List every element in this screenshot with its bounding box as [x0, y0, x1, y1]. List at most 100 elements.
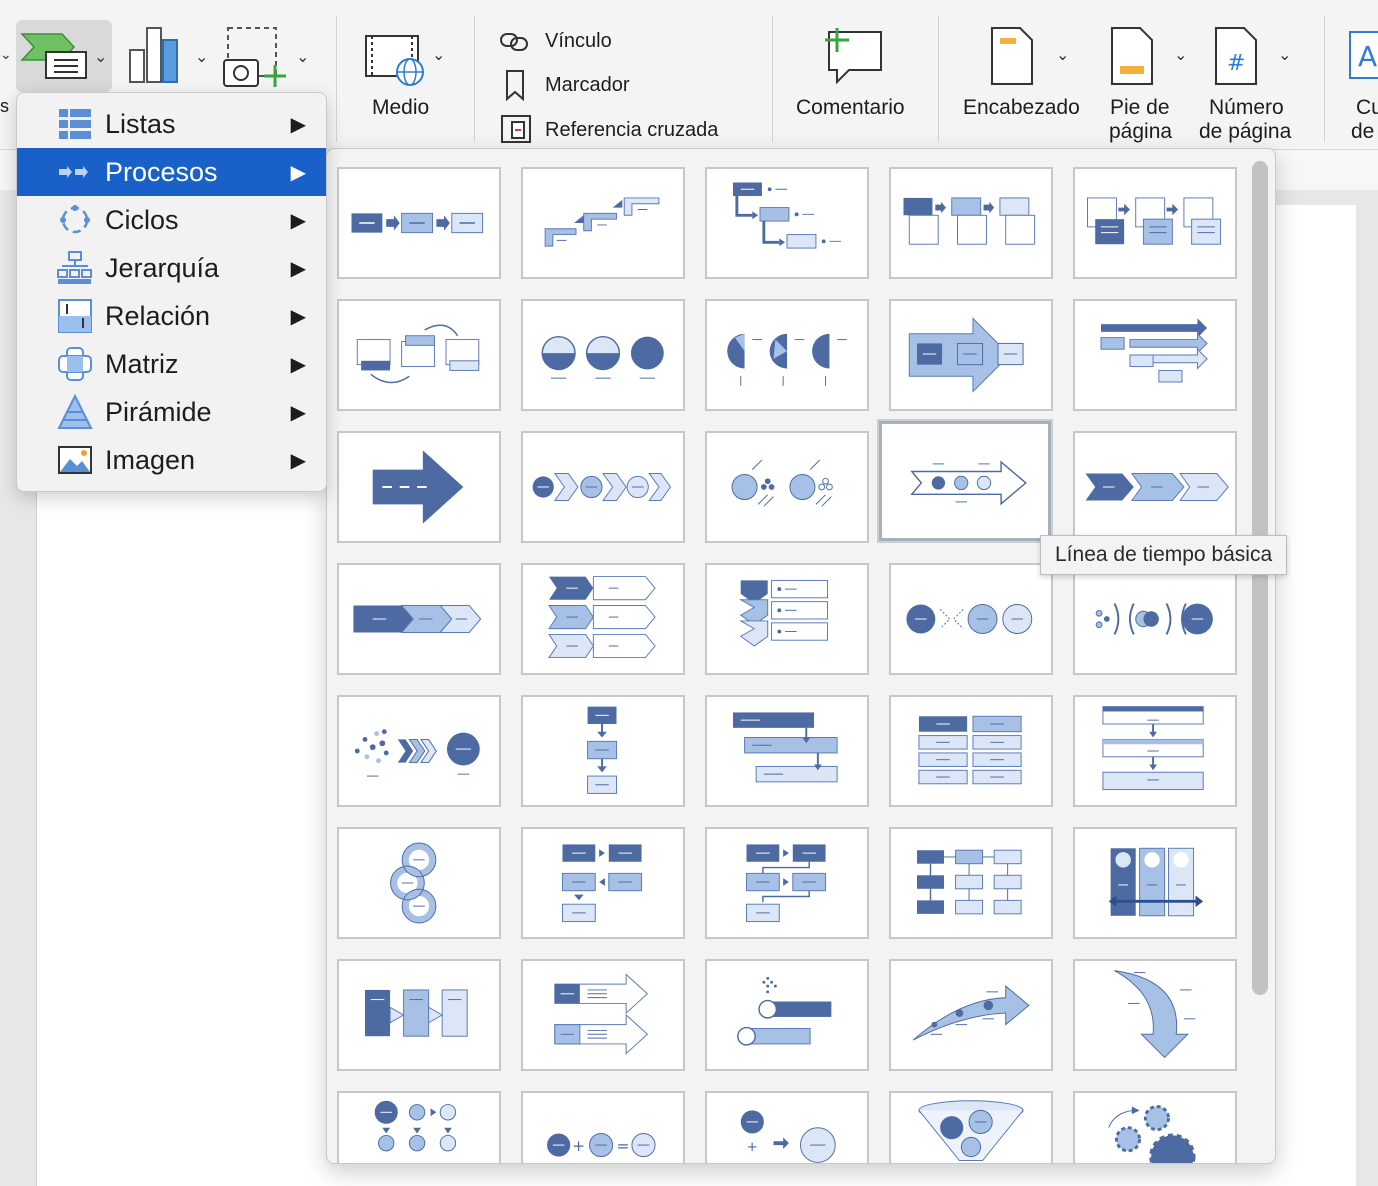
sub-step-thumbnail	[737, 976, 832, 1046]
layout-vertical-equation[interactable]: +	[705, 1091, 869, 1163]
textbox-label-line1: Cu	[1356, 96, 1378, 119]
svg-text:+: +	[747, 1139, 758, 1155]
cross-reference-icon	[501, 115, 531, 143]
menu-item-relacion[interactable]: Relación ▶	[17, 292, 326, 340]
step-up-thumbnail	[544, 197, 660, 247]
layout-basic-timeline[interactable]	[879, 421, 1051, 541]
menu-item-label: Listas	[105, 108, 176, 139]
converging-arrows-thumbnail	[1100, 318, 1208, 383]
big-arrow-thumbnail	[372, 450, 464, 524]
phased-process-thumbnail	[1108, 847, 1204, 917]
menu-item-label: Relación	[105, 300, 211, 331]
layout-vertical-process[interactable]	[521, 695, 685, 807]
layout-accent-process[interactable]	[889, 167, 1053, 279]
ribbon-separator	[1324, 16, 1325, 142]
svg-text:=: =	[617, 1137, 630, 1155]
menu-item-procesos[interactable]: Procesos ▶	[17, 148, 326, 196]
layout-vertical-chevron[interactable]	[705, 563, 869, 675]
descending-arrow-thumbnail	[1114, 970, 1196, 1059]
media-button[interactable]: ⌄	[360, 30, 450, 90]
chevron-list-thumbnail	[548, 576, 656, 659]
footer-label-line2: página	[1109, 120, 1173, 143]
block-arrows-thumbnail	[365, 989, 468, 1037]
hierarchy-icon	[57, 251, 92, 284]
svg-text:+: +	[572, 1137, 585, 1155]
interconnected-circles-thumbnail	[906, 604, 1033, 634]
layout-process-list[interactable]	[889, 695, 1053, 807]
menu-item-matriz[interactable]: Matriz ▶	[17, 340, 326, 388]
process-arrows-icon	[59, 166, 88, 178]
circle-process-thumbnail	[731, 459, 833, 507]
layout-accent-block[interactable]	[337, 959, 501, 1071]
smartart-button[interactable]: ⌄	[16, 20, 112, 92]
smartart-icon: ⌄	[20, 33, 107, 79]
layout-step-up-process[interactable]	[521, 167, 685, 279]
gallery-scrollbar[interactable]	[1252, 161, 1268, 995]
comment-button[interactable]	[815, 26, 887, 86]
relationship-icon	[58, 299, 92, 333]
layout-upward-arrow[interactable]	[337, 431, 501, 543]
footer-button[interactable]: ⌄	[1106, 24, 1196, 88]
process-arrows-thumbnail	[908, 317, 1024, 393]
header-button[interactable]: ⌄	[986, 24, 1076, 88]
layout-upward-arrow-curve[interactable]	[889, 959, 1053, 1071]
chevron-down-icon[interactable]: ⌄	[0, 46, 12, 63]
page-number-button[interactable]: # ⌄	[1210, 24, 1300, 88]
layout-tooltip: Línea de tiempo básica	[1040, 535, 1288, 575]
svg-text:⌄: ⌄	[195, 47, 208, 66]
layout-interconnected-circles[interactable]	[889, 563, 1053, 675]
layout-detailed-process[interactable]	[889, 827, 1053, 939]
submenu-arrow-icon: ▶	[290, 353, 306, 376]
layout-bending-process-2[interactable]	[705, 827, 869, 939]
layout-continuous-block[interactable]	[337, 299, 501, 411]
bending-process-thumbnail	[562, 844, 643, 923]
menu-item-imagen[interactable]: Imagen ▶	[17, 436, 326, 484]
layout-equation[interactable]: + =	[521, 1091, 685, 1163]
layout-basic-chevron[interactable]	[337, 563, 501, 675]
menu-item-jerarquia[interactable]: Jerarquía ▶	[17, 244, 326, 292]
layout-bending-process[interactable]	[521, 827, 685, 939]
layout-basic-process[interactable]	[337, 167, 501, 279]
layout-step-down-process[interactable]	[705, 167, 869, 279]
svg-text:⌄: ⌄	[432, 45, 445, 64]
chart-button[interactable]: ⌄	[125, 22, 215, 88]
menu-item-label: Pirámide	[105, 396, 212, 427]
textbox-icon: A	[1349, 31, 1378, 79]
layout-arrow-list[interactable]	[521, 959, 685, 1071]
svg-text:⌄: ⌄	[1278, 45, 1291, 64]
layout-descending-process[interactable]	[1073, 959, 1237, 1071]
layout-alternating-flow[interactable]	[1073, 167, 1237, 279]
layout-staggered-process[interactable]	[705, 695, 869, 807]
cross-reference-button[interactable]: Referencia cruzada	[498, 112, 758, 146]
layout-circle-matrix-process[interactable]	[337, 1091, 501, 1163]
screenshot-button[interactable]: ⌄	[220, 22, 320, 90]
menu-item-listas[interactable]: Listas ▶	[17, 100, 326, 148]
layout-segmented-process[interactable]	[1073, 695, 1237, 807]
layout-process-circles[interactable]	[521, 299, 685, 411]
menu-item-ciclos[interactable]: Ciclos ▶	[17, 196, 326, 244]
layout-funnel[interactable]	[889, 1091, 1053, 1163]
segmented-process-thumbnail	[1102, 706, 1204, 791]
menu-item-piramide[interactable]: Pirámide ▶	[17, 388, 326, 436]
textbox-button[interactable]: A	[1348, 28, 1378, 84]
layout-process-arrows[interactable]	[889, 299, 1053, 411]
layout-circle-arrow-process[interactable]	[521, 431, 685, 543]
layout-opposing-arcs[interactable]	[1073, 563, 1237, 675]
layout-pie-process[interactable]	[705, 299, 869, 411]
layout-repeating-bending[interactable]	[337, 827, 501, 939]
layout-vertical-chevron-list[interactable]	[521, 563, 685, 675]
layout-converging-arrows[interactable]	[1073, 299, 1237, 411]
layout-circle-process[interactable]	[705, 431, 869, 543]
layout-funnel-to-circle[interactable]	[337, 695, 501, 807]
svg-text:⌄: ⌄	[94, 47, 107, 66]
bookmark-button[interactable]: Marcador	[498, 68, 758, 102]
layout-chevron-process[interactable]	[1073, 431, 1237, 543]
svg-text:A: A	[1358, 40, 1377, 73]
submenu-arrow-icon: ▶	[290, 209, 306, 232]
layout-sub-step-process[interactable]	[705, 959, 869, 1071]
basic-timeline-thumbnail	[910, 460, 1027, 506]
menu-item-label: Jerarquía	[105, 252, 220, 283]
link-button[interactable]: Vínculo	[498, 26, 758, 56]
layout-phased-process[interactable]	[1073, 827, 1237, 939]
layout-gear[interactable]	[1073, 1091, 1237, 1163]
